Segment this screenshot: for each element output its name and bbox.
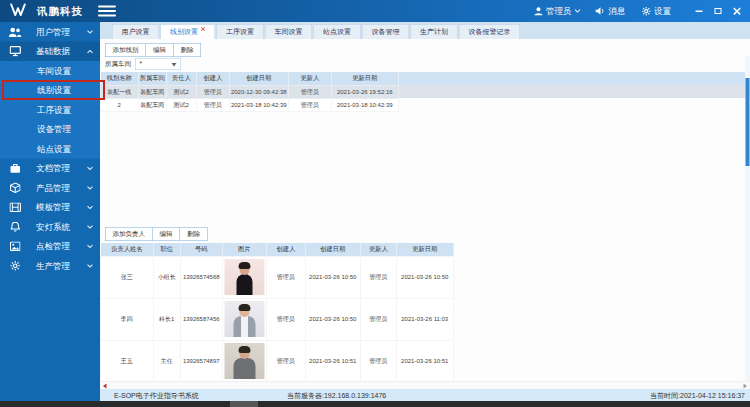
user-icon bbox=[534, 7, 543, 16]
messages-button[interactable]: 消息 bbox=[596, 5, 626, 17]
sidebar-item-inspection-mgmt[interactable]: 点检管理 bbox=[0, 237, 100, 257]
chevron-down-icon bbox=[172, 63, 177, 67]
box-icon bbox=[8, 183, 22, 194]
line-table-header: 线别名称 所属车间 责任人 创建人 创建日期 更新人 更新日期 bbox=[100, 72, 750, 85]
tab-production-plan[interactable]: 生产计划 bbox=[411, 25, 458, 40]
workshop-select[interactable]: * bbox=[135, 58, 181, 70]
monitor-icon bbox=[8, 46, 22, 57]
system-name: E-SOP电子作业指导书系统 bbox=[114, 391, 199, 400]
user-menu[interactable]: 管理员 bbox=[534, 5, 580, 17]
tab-station-settings[interactable]: 站点设置 bbox=[314, 25, 361, 40]
line-table-row[interactable]: 2 装配车间 测试2 管理员 2021-03-18 10:42:39 管理员 2… bbox=[100, 98, 750, 111]
leader-photo bbox=[224, 343, 264, 379]
bell-icon bbox=[8, 222, 22, 233]
scroll-right-icon[interactable] bbox=[744, 384, 748, 389]
leader-table-header: 负责人姓名 职位 号码 图片 创建人 创建日期 更新人 更新日期 bbox=[100, 243, 453, 256]
users-icon bbox=[8, 27, 22, 37]
image-icon bbox=[8, 242, 22, 252]
briefcase-icon bbox=[8, 164, 22, 174]
film-icon bbox=[8, 203, 22, 213]
chevron-down-icon bbox=[87, 184, 93, 190]
sidebar-item-line-settings[interactable]: 线别设置 bbox=[0, 81, 100, 101]
sidebar-item-workshop-settings[interactable]: 车间设置 bbox=[0, 61, 100, 81]
add-line-button[interactable]: 添加线别 bbox=[106, 44, 147, 57]
chevron-down-icon bbox=[87, 223, 93, 229]
leader-table-row[interactable]: 张三 小组长 13926574568 管理员 2021-03-26 10:50 … bbox=[100, 256, 453, 298]
scroll-left-icon[interactable] bbox=[103, 384, 107, 389]
speaker-icon bbox=[596, 7, 606, 16]
chevron-down-icon bbox=[87, 164, 93, 170]
workshop-filter-label: 所属车间 bbox=[105, 60, 131, 69]
leader-table-row[interactable]: 王五 主任 13926574897 管理员 2021-03-26 10:51 管… bbox=[100, 340, 453, 381]
tab-device-mgmt[interactable]: 设备管理 bbox=[362, 25, 409, 40]
server-address: 当前服务器:192.168.0.139:1476 bbox=[287, 391, 386, 400]
brand-name: 讯鹏科技 bbox=[37, 4, 83, 18]
scrollbar-thumb[interactable] bbox=[746, 78, 750, 166]
delete-line-button[interactable]: 删除 bbox=[174, 44, 201, 57]
sidebar-item-station-settings[interactable]: 站点设置 bbox=[0, 139, 100, 159]
menu-toggle-icon[interactable] bbox=[98, 6, 116, 17]
chevron-down-icon bbox=[87, 28, 93, 34]
vertical-scrollbar[interactable] bbox=[745, 56, 750, 381]
settings-button[interactable]: 设置 bbox=[642, 5, 672, 17]
sidebar-item-doc-mgmt[interactable]: 文档管理 bbox=[0, 159, 100, 179]
sidebar: 用户管理 基础数据 车间设置 线别设置 工序设置 设备管理 站点设置 文档管理 … bbox=[0, 22, 100, 401]
gear-icon bbox=[642, 6, 652, 16]
tabbar: 用户设置 线别设置 工序设置 车间设置 站点设置 设备管理 生产计划 设备报警记… bbox=[100, 22, 750, 39]
chevron-down-icon bbox=[87, 203, 93, 209]
chevron-down-icon bbox=[87, 262, 93, 268]
close-button[interactable] bbox=[730, 0, 744, 22]
brand: 讯鹏科技 bbox=[10, 0, 83, 22]
sidebar-item-user-mgmt[interactable]: 用户管理 bbox=[0, 22, 100, 42]
content: 添加线别 编辑 删除 所属车间 * 线别名称 所属车间 责任人 创建人 创建日期… bbox=[100, 39, 750, 381]
sidebar-item-process-settings[interactable]: 工序设置 bbox=[0, 100, 100, 120]
tab-workshop-settings[interactable]: 车间设置 bbox=[265, 25, 312, 40]
tab-user-settings[interactable]: 用户设置 bbox=[112, 25, 159, 40]
edit-leader-button[interactable]: 编辑 bbox=[153, 228, 181, 241]
sidebar-item-device-mgmt[interactable]: 设备管理 bbox=[0, 120, 100, 140]
chevron-up-icon bbox=[87, 49, 93, 55]
sidebar-item-production-mgmt[interactable]: 生产管理 bbox=[0, 256, 100, 276]
line-toolbar: 添加线别 编辑 删除 bbox=[105, 43, 201, 57]
sidebar-item-template-mgmt[interactable]: 模板管理 bbox=[0, 198, 100, 218]
brand-logo-icon bbox=[10, 3, 26, 19]
leader-table-row[interactable]: 李四 科长1 13926587456 管理员 2021-03-26 10:50 … bbox=[100, 298, 453, 340]
leader-photo bbox=[224, 259, 264, 295]
line-table: 线别名称 所属车间 责任人 创建人 创建日期 更新人 更新日期 装配一线 装配车… bbox=[100, 72, 750, 111]
line-table-row[interactable]: 装配一线 装配车间 测试2 管理员 2020-12-30 09:42:38 管理… bbox=[100, 85, 750, 98]
edit-line-button[interactable]: 编辑 bbox=[146, 44, 174, 57]
taskbar-strip bbox=[0, 401, 750, 407]
sidebar-item-andon-system[interactable]: 安灯系统 bbox=[0, 217, 100, 237]
add-leader-button[interactable]: 添加负责人 bbox=[106, 228, 153, 241]
chevron-down-icon bbox=[575, 7, 581, 13]
minimize-button[interactable] bbox=[692, 0, 706, 22]
leader-table: 负责人姓名 职位 号码 图片 创建人 创建日期 更新人 更新日期 张三 小组长 … bbox=[100, 243, 454, 381]
gear-icon bbox=[8, 261, 22, 272]
leader-photo bbox=[224, 301, 264, 337]
horizontal-scrollbar[interactable] bbox=[100, 381, 750, 389]
statusbar: E-SOP电子作业指导书系统 当前服务器:192.168.0.139:1476 … bbox=[100, 389, 750, 401]
workshop-filter: 所属车间 * bbox=[105, 58, 181, 70]
chevron-down-icon bbox=[87, 242, 93, 248]
close-tab-icon[interactable] bbox=[201, 26, 206, 31]
tab-process-settings[interactable]: 工序设置 bbox=[217, 25, 264, 40]
current-time: 当前时间:2021-04-12 15:16:37 bbox=[650, 391, 745, 400]
delete-leader-button[interactable]: 删除 bbox=[180, 228, 207, 241]
leader-toolbar: 添加负责人 编辑 删除 bbox=[105, 227, 208, 241]
maximize-button[interactable] bbox=[711, 0, 725, 22]
tab-line-settings[interactable]: 线别设置 bbox=[161, 25, 216, 40]
topbar: 讯鹏科技 管理员 消息 设置 bbox=[0, 0, 750, 22]
sidebar-item-base-data[interactable]: 基础数据 bbox=[0, 42, 100, 62]
main-area: 用户设置 线别设置 工序设置 车间设置 站点设置 设备管理 生产计划 设备报警记… bbox=[100, 22, 750, 401]
sidebar-item-product-mgmt[interactable]: 产品管理 bbox=[0, 178, 100, 198]
sidebar-submenu: 车间设置 线别设置 工序设置 设备管理 站点设置 bbox=[0, 61, 100, 159]
tab-device-alarm-log[interactable]: 设备报警记录 bbox=[459, 25, 520, 40]
